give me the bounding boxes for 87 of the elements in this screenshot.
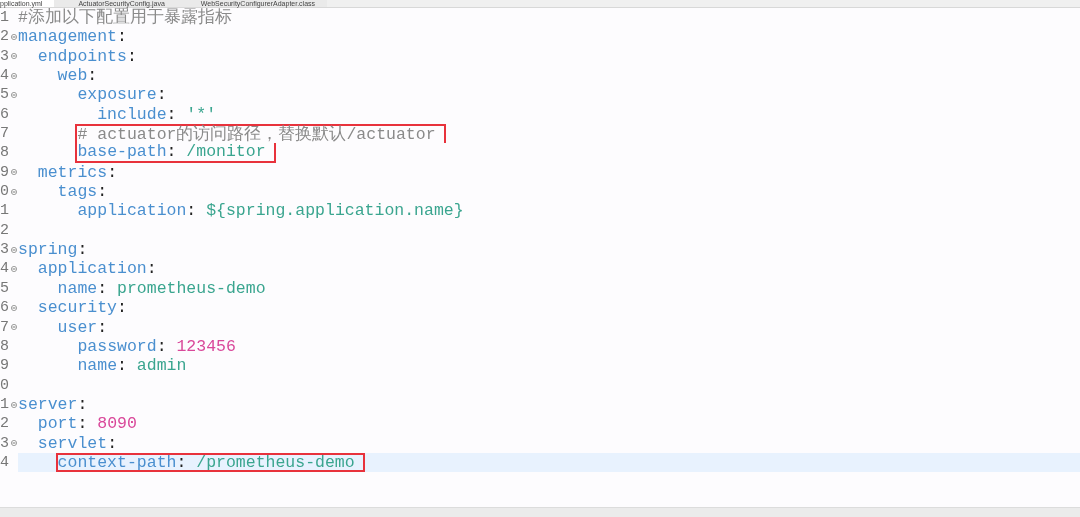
code-comment: #添加以下配置用于暴露指标 [18, 8, 232, 27]
number-value: 8090 [97, 414, 137, 434]
colon: : [117, 356, 127, 376]
colon: : [146, 259, 157, 279]
colon: : [186, 201, 197, 221]
colon: : [156, 85, 167, 105]
line-number: 0 [0, 182, 10, 202]
yaml-value: prometheus-demo [117, 278, 266, 298]
yaml-key: context-path [57, 452, 177, 472]
fold-icon[interactable] [11, 304, 17, 311]
yaml-value: /monitor [186, 142, 266, 162]
line-number: 6 [0, 104, 10, 125]
colon: : [77, 240, 88, 260]
fold-icon[interactable] [11, 92, 17, 99]
yaml-key: name [57, 278, 98, 298]
colon: : [97, 278, 108, 298]
fold-icon[interactable] [11, 266, 17, 273]
yaml-key: application [77, 201, 187, 221]
yaml-key: servlet [37, 433, 108, 453]
line-number: 7 [0, 124, 10, 144]
colon: : [126, 46, 137, 66]
yaml-key: management [18, 27, 118, 47]
colon: : [176, 452, 187, 472]
line-number: 5 [0, 85, 10, 105]
colon: : [87, 66, 98, 86]
line-number: 8 [0, 143, 10, 163]
line-number: 3 [0, 240, 10, 260]
line-number: 6 [0, 298, 10, 318]
line-number: 2 [0, 220, 10, 241]
line-number: 2 [0, 27, 10, 47]
line-number: 5 [0, 278, 10, 299]
yaml-key: user [57, 317, 98, 337]
yaml-key: name [77, 356, 118, 376]
colon: : [107, 162, 118, 182]
yaml-key: exposure [77, 85, 157, 105]
line-number: 1 [0, 201, 10, 221]
colon: : [77, 394, 88, 414]
colon: : [117, 298, 127, 318]
line-number: 9 [0, 162, 10, 183]
fold-icon[interactable] [11, 246, 17, 253]
colon: : [97, 317, 108, 337]
fold-icon[interactable] [11, 188, 17, 195]
fold-icon[interactable] [11, 169, 17, 176]
line-number: 7 [0, 317, 10, 337]
colon: : [77, 414, 88, 434]
yaml-value: /prometheus-demo [196, 452, 355, 472]
number-value: 123456 [176, 336, 236, 356]
line-number: 4 [0, 259, 10, 279]
fold-icon[interactable] [11, 72, 17, 79]
colon: : [166, 104, 177, 124]
yaml-key: security [37, 298, 118, 318]
fold-icon[interactable] [11, 440, 17, 447]
yaml-key: application [37, 259, 147, 279]
colon: : [107, 433, 118, 453]
yaml-key: include [97, 104, 167, 124]
fold-icon[interactable] [11, 324, 17, 331]
yaml-key: port [37, 414, 78, 434]
line-number: 2 [0, 414, 10, 434]
line-number: 4 [0, 66, 10, 86]
yaml-key: base-path [77, 142, 167, 162]
colon: : [117, 27, 127, 47]
yaml-key: password [77, 336, 157, 356]
colon: : [97, 182, 108, 202]
line-number: 1 [0, 394, 10, 415]
code-comment: # actuator的访问路径，替换默认/actuator [77, 125, 436, 145]
yaml-key: web [57, 66, 88, 86]
line-number: 0 [0, 375, 10, 395]
yaml-key: tags [57, 182, 98, 202]
yaml-key: server [18, 394, 78, 414]
colon: : [156, 336, 167, 356]
fold-icon[interactable] [11, 53, 17, 60]
horizontal-scrollbar[interactable] [0, 507, 1080, 517]
line-number: 3 [0, 433, 10, 453]
colon: : [166, 142, 177, 162]
line-number: 9 [0, 356, 10, 376]
line-number: 8 [0, 336, 10, 357]
fold-icon[interactable] [11, 34, 17, 40]
yaml-key: endpoints [37, 46, 127, 66]
yaml-value: ${spring.application.name} [206, 201, 464, 221]
line-number: 4 [0, 452, 10, 473]
yaml-key: spring [18, 240, 78, 260]
yaml-value: admin [136, 356, 187, 376]
line-number: 3 [0, 46, 10, 67]
yaml-key: metrics [37, 162, 108, 182]
fold-icon[interactable] [11, 401, 17, 408]
line-number: 1 [0, 9, 10, 28]
yaml-value: '*' [186, 104, 217, 124]
